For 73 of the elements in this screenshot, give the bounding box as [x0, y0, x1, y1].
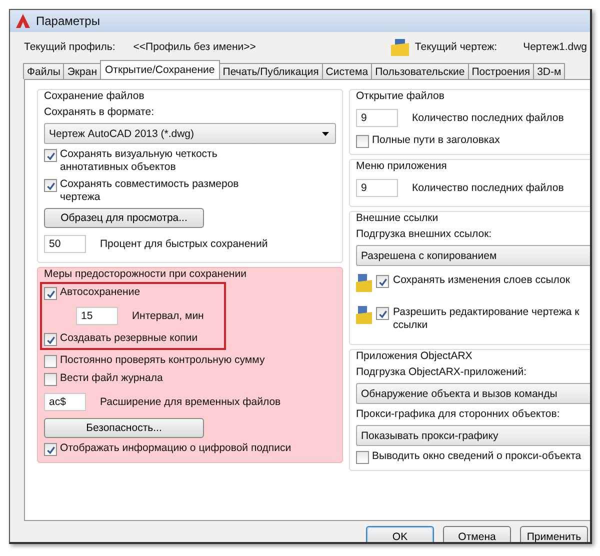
- checkbox[interactable]: [44, 355, 57, 368]
- checkbox[interactable]: [356, 135, 369, 148]
- dropdown[interactable]: Разрешена с копированием: [356, 245, 590, 266]
- caret-icon: [322, 132, 329, 136]
- dialog-button[interactable]: Образец для просмотра...: [44, 208, 204, 228]
- dialog-button[interactable]: Применить: [520, 526, 588, 542]
- checkbox[interactable]: [44, 149, 57, 162]
- checkbox-label: Сохранять изменения слоев ссылок: [393, 274, 570, 287]
- checkbox-label: Вести файл журнала: [60, 372, 163, 385]
- drawing-value: Чертеж1.dwg: [523, 41, 587, 53]
- checkbox[interactable]: [356, 451, 369, 464]
- field-caption: Расширение для временных файлов: [100, 396, 281, 408]
- field-label: Подгрузка внешних ссылок:: [356, 228, 493, 241]
- tab[interactable]: Печать/Публикация: [218, 63, 323, 79]
- checkbox-label: Полные пути в заголовках: [372, 134, 500, 147]
- group-title: Меры предосторожности при сохранении: [44, 268, 248, 280]
- tab[interactable]: Экран: [63, 63, 101, 79]
- checkbox-label: Создавать резервные копии: [60, 332, 198, 345]
- layers-drawing-icon: [356, 306, 372, 324]
- tab[interactable]: Система: [322, 63, 372, 79]
- dropdown[interactable]: Показывать прокси-графику: [356, 425, 590, 446]
- window-title: Параметры: [36, 14, 100, 28]
- group-title: Открытие файлов: [356, 90, 446, 102]
- field-label: Подгрузка ObjectARX-приложений:: [356, 366, 528, 379]
- checkbox[interactable]: [376, 275, 389, 288]
- field-label: Прокси-графика для сторонних объектов:: [356, 408, 561, 421]
- checkbox-label: Разрешить редактирование чертежа к ссылки: [393, 306, 580, 332]
- dropdown-value: Обнаружение объекта и вызов команды: [361, 388, 558, 400]
- checkbox-label: Сохранять совместимость размеров чертежа: [60, 178, 239, 204]
- input-field[interactable]: 15: [76, 307, 118, 325]
- tab[interactable]: Файлы: [23, 63, 64, 79]
- tab[interactable]: 3D-м: [533, 63, 566, 79]
- checkbox-label: Выводить окно сведений о прокси-объекта: [372, 450, 582, 463]
- checkbox[interactable]: [44, 179, 57, 192]
- profile-label: Текущий профиль:: [24, 41, 116, 53]
- app-logo-icon: [16, 14, 30, 28]
- checkbox[interactable]: [376, 307, 389, 320]
- checkbox-label: Сохранять визуальную четкость аннотативных объектов: [60, 148, 218, 174]
- group-title: Сохранение файлов: [44, 90, 146, 102]
- tab[interactable]: Пользовательские: [371, 63, 469, 79]
- input-field[interactable]: 9: [356, 109, 398, 127]
- checkbox-label: Постоянно проверять контрольную сумму: [60, 354, 265, 367]
- input-field[interactable]: ac$: [44, 393, 86, 411]
- tab[interactable]: Открытие/Сохранение: [100, 60, 220, 79]
- field-caption: Количество последних файлов: [412, 112, 564, 124]
- dialog-button[interactable]: Безопасность...: [44, 418, 204, 438]
- input-field[interactable]: 50: [44, 235, 86, 253]
- drawing-file-icon: [390, 38, 409, 56]
- field-caption: Интервал, мин: [132, 310, 204, 322]
- checkbox[interactable]: [44, 287, 57, 300]
- field-label: Сохранять в формате:: [44, 106, 156, 119]
- checkbox[interactable]: [44, 333, 57, 346]
- checkbox-label: Отображать информацию о цифровой подписи: [60, 442, 292, 455]
- field-caption: Количество последних файлов: [412, 182, 564, 194]
- group-title: Внешние ссылки: [356, 212, 440, 224]
- checkbox-label: Автосохранение: [60, 286, 140, 299]
- drawing-label: Текущий чертеж:: [414, 41, 498, 53]
- checkbox[interactable]: [44, 373, 57, 386]
- dropdown-value: Чертеж AutoCAD 2013 (*.dwg): [49, 128, 194, 140]
- dropdown-value: Показывать прокси-графику: [361, 430, 498, 442]
- checkbox[interactable]: [44, 443, 57, 456]
- dialog-button[interactable]: OK: [366, 526, 434, 542]
- layers-drawing-icon: [356, 274, 372, 292]
- group-title: Меню приложения: [356, 160, 448, 172]
- dialog-button[interactable]: Отмена: [443, 526, 511, 542]
- group-title: Приложения ObjectARX: [356, 350, 474, 362]
- tab[interactable]: Построения: [468, 63, 534, 79]
- dropdown[interactable]: Чертеж AutoCAD 2013 (*.dwg): [44, 123, 336, 144]
- dropdown[interactable]: Обнаружение объекта и вызов команды: [356, 383, 590, 404]
- input-field[interactable]: 9: [356, 179, 398, 197]
- dropdown-value: Разрешена с копированием: [361, 250, 497, 262]
- profile-value: <<Профиль без имени>>: [133, 41, 256, 53]
- field-caption: Процент для быстрых сохранений: [100, 238, 268, 250]
